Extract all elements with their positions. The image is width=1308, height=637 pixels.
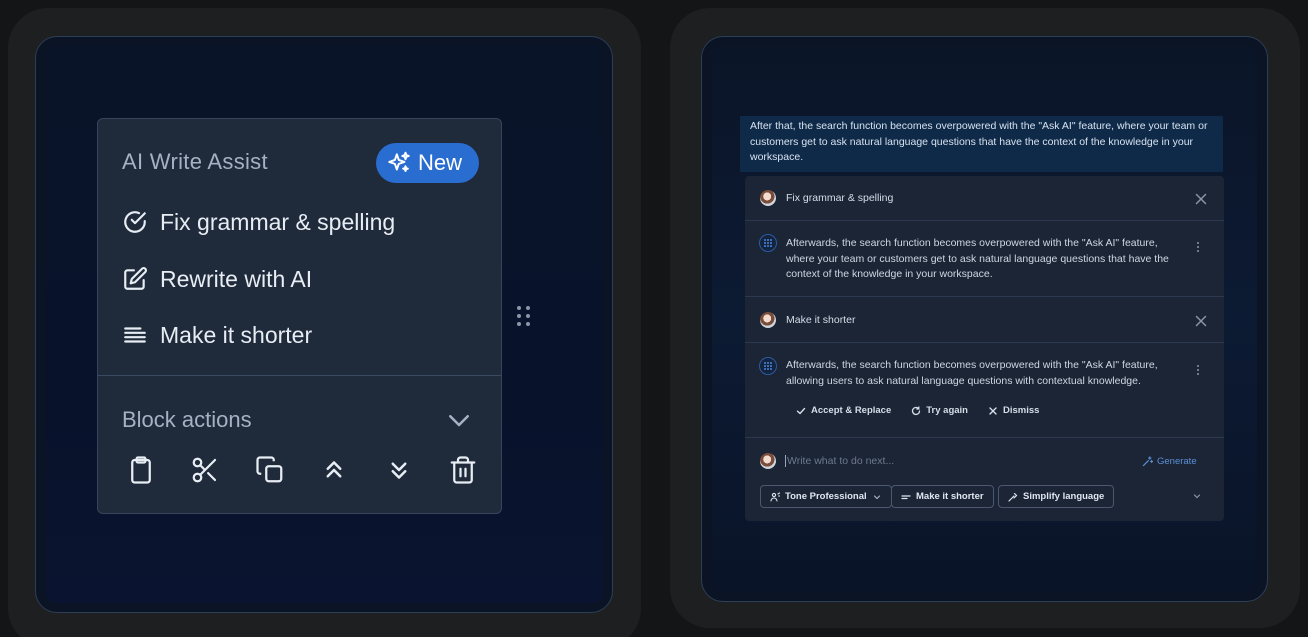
simplify-language-label: Simplify language bbox=[1023, 491, 1105, 502]
prompt-area: Write what to do next... Generate Tone P… bbox=[745, 437, 1224, 521]
ai-response-text: Afterwards, the search function becomes … bbox=[786, 237, 1169, 280]
move-down-button[interactable] bbox=[384, 455, 414, 485]
accept-replace-label: Accept & Replace bbox=[811, 405, 892, 416]
dismiss-label: Dismiss bbox=[1002, 405, 1040, 416]
tone-icon bbox=[770, 491, 780, 502]
generate-button[interactable]: Generate bbox=[1142, 456, 1197, 467]
drag-handle-icon[interactable] bbox=[515, 305, 533, 327]
move-up-icon bbox=[326, 461, 342, 478]
ai-response-text: Afterwards, the search function becomes … bbox=[786, 359, 1158, 387]
menu-item-label: Rewrite with AI bbox=[160, 265, 313, 292]
menu-item-label: Fix grammar & spelling bbox=[160, 208, 396, 235]
avatar bbox=[760, 453, 776, 469]
chevron-down-icon bbox=[873, 494, 880, 499]
dismiss-button[interactable]: Dismiss bbox=[988, 405, 1039, 416]
check-circle-icon bbox=[124, 211, 146, 233]
prompt-input[interactable]: Write what to do next... bbox=[785, 455, 894, 467]
copy-icon bbox=[256, 456, 283, 483]
clipboard-icon bbox=[131, 456, 151, 484]
close-icon bbox=[989, 406, 997, 415]
response-row: Afterwards, the search function becomes … bbox=[745, 221, 1224, 297]
ai-write-assist-menu: AI Write Assist New Fix grammar & spelli… bbox=[97, 118, 502, 514]
check-icon bbox=[796, 407, 806, 414]
avatar bbox=[760, 312, 776, 328]
menu-divider bbox=[98, 375, 501, 376]
more-options-icon[interactable] bbox=[1196, 364, 1200, 376]
block-actions-title: Block actions bbox=[122, 407, 252, 432]
menu-item-make-shorter[interactable]: Make it shorter bbox=[122, 320, 312, 350]
close-icon[interactable] bbox=[1195, 315, 1207, 327]
trash-icon bbox=[450, 456, 476, 484]
menu-title: AI Write Assist bbox=[122, 149, 268, 174]
new-badge: New bbox=[376, 143, 479, 183]
lines-icon bbox=[124, 327, 146, 343]
menu-item-fix-grammar[interactable]: Fix grammar & spelling bbox=[122, 207, 395, 237]
request-row: Fix grammar & spelling bbox=[745, 176, 1224, 221]
try-again-label: Try again bbox=[926, 405, 968, 416]
duplicate-button[interactable] bbox=[255, 455, 285, 485]
edit-icon bbox=[124, 267, 147, 290]
chevron-down-icon[interactable] bbox=[1192, 491, 1202, 501]
make-shorter-chip[interactable]: Make it shorter bbox=[891, 485, 994, 508]
new-badge-label: New bbox=[418, 150, 463, 175]
move-up-button[interactable] bbox=[319, 455, 349, 485]
request-label: Fix grammar & spelling bbox=[786, 192, 894, 204]
close-icon[interactable] bbox=[1195, 193, 1207, 205]
move-down-icon bbox=[391, 462, 407, 479]
ai-assistant-icon bbox=[759, 234, 777, 252]
block-actions-toolbar bbox=[126, 455, 478, 485]
ai-assist-card: Fix grammar & spelling Afterwards, the s… bbox=[745, 176, 1224, 521]
tone-dropdown[interactable]: Tone Professional bbox=[760, 485, 892, 508]
make-shorter-label: Make it shorter bbox=[916, 491, 984, 502]
menu-item-rewrite[interactable]: Rewrite with AI bbox=[122, 264, 312, 294]
request-row: Make it shorter bbox=[745, 297, 1224, 343]
sparkles-icon bbox=[388, 151, 410, 172]
menu-item-label: Make it shorter bbox=[160, 321, 313, 348]
cut-button[interactable] bbox=[190, 455, 220, 485]
try-again-button[interactable]: Try again bbox=[911, 405, 968, 416]
request-label: Make it shorter bbox=[786, 314, 856, 326]
ai-assistant-icon bbox=[759, 357, 777, 375]
tone-label: Tone Professional bbox=[785, 491, 867, 502]
clipboard-button[interactable] bbox=[126, 455, 156, 485]
simplify-language-chip[interactable]: Simplify language bbox=[998, 485, 1115, 508]
more-options-icon[interactable] bbox=[1196, 241, 1200, 253]
scissors-icon bbox=[193, 457, 217, 483]
short-lines-icon bbox=[901, 494, 911, 499]
selected-text-block[interactable]: After that, the search function becomes … bbox=[740, 116, 1223, 172]
magic-wand-icon bbox=[1142, 456, 1153, 467]
accept-replace-button[interactable]: Accept & Replace bbox=[796, 405, 891, 416]
response-actions: Accept & Replace Try again Dismiss bbox=[796, 405, 1039, 416]
refresh-icon bbox=[912, 405, 921, 415]
chevron-down-icon[interactable] bbox=[444, 405, 474, 435]
generate-label: Generate bbox=[1157, 456, 1197, 467]
avatar bbox=[760, 190, 776, 206]
delete-button[interactable] bbox=[448, 455, 478, 485]
wand-icon bbox=[1008, 492, 1018, 502]
